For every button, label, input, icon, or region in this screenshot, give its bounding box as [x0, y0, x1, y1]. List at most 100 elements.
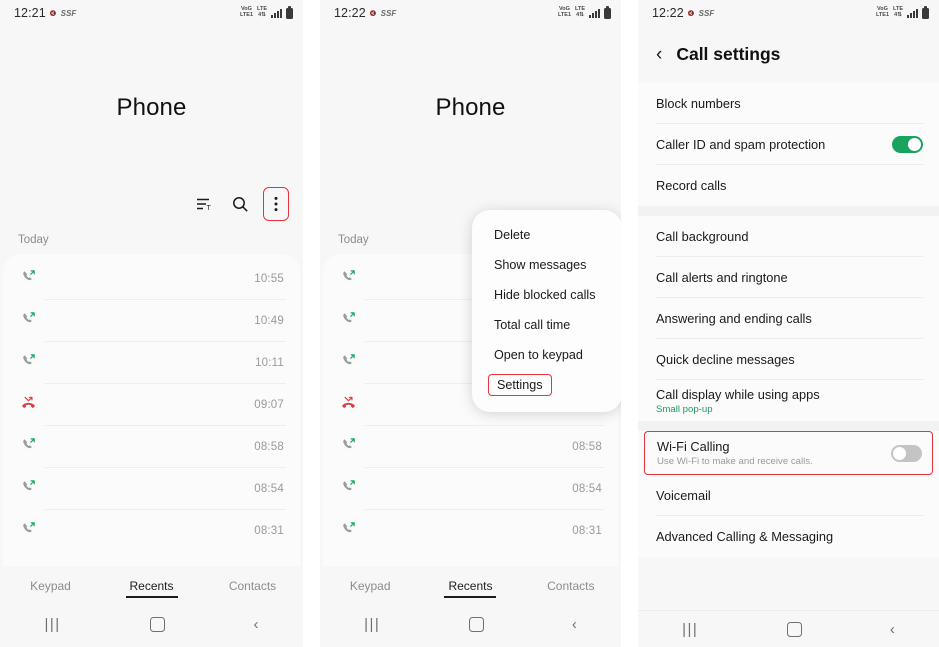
home-icon[interactable] — [149, 616, 165, 632]
back-chevron-icon[interactable]: ‹ — [656, 45, 662, 64]
toggle-knob — [893, 446, 906, 460]
outgoing-call-icon — [21, 479, 45, 499]
setting-call-display-while-using-apps[interactable]: Call display while using apps Small pop-… — [638, 380, 939, 421]
android-nav-bar: ||| ‹ — [638, 610, 939, 647]
status-bar: 12:22 🔇 SSF VoG LTE1 LTE 4⇅ — [320, 0, 621, 26]
outgoing-call-icon — [21, 521, 45, 541]
status-bar-left: 12:21 🔇 SSF — [14, 7, 76, 20]
setting-quick-decline-messages[interactable]: Quick decline messages — [638, 339, 939, 380]
menu-item-show-messages[interactable]: Show messages — [472, 250, 621, 280]
tab-label: Recents — [448, 579, 493, 593]
call-time: 09:07 — [254, 399, 284, 411]
volte-icon: VoG LTE1 — [875, 6, 890, 18]
menu-item-settings[interactable]: Settings — [488, 374, 552, 396]
setting-label: Call background — [656, 229, 749, 244]
table-row[interactable]: 08:54 — [323, 468, 618, 510]
setting-wifi-calling[interactable]: Wi-Fi Calling Use Wi-Fi to make and rece… — [644, 431, 933, 475]
back-icon[interactable]: ‹ — [572, 616, 577, 633]
menu-item-total-call-time[interactable]: Total call time — [472, 310, 621, 340]
status-time: 12:22 — [334, 5, 366, 20]
sort-filter-icon[interactable]: T — [191, 191, 217, 217]
bottom-tabs: Keypad Recents Contacts — [320, 566, 621, 606]
setting-label: Advanced Calling & Messaging — [656, 529, 834, 544]
table-row[interactable]: 08:54 — [3, 468, 300, 510]
setting-record-calls[interactable]: Record calls — [638, 165, 939, 206]
setting-voicemail[interactable]: Voicemail — [638, 475, 939, 516]
table-row[interactable]: 10:55 — [3, 258, 300, 300]
menu-item-open-to-keypad[interactable]: Open to keypad — [472, 340, 621, 370]
setting-caller-id-spam-protection[interactable]: Caller ID and spam protection — [638, 124, 939, 165]
battery-icon — [922, 5, 929, 19]
back-icon[interactable]: ‹ — [890, 621, 895, 638]
tab-keypad[interactable]: Keypad — [0, 579, 101, 593]
tab-recents[interactable]: Recents — [420, 579, 520, 598]
call-time: 08:54 — [572, 483, 602, 495]
setting-label: Caller ID and spam protection — [656, 137, 826, 152]
caller-id-toggle[interactable] — [892, 136, 923, 153]
setting-label: Call display while using apps — [656, 386, 820, 402]
panel-call-settings: 12:22 🔇 SSF VoG LTE1 LTE 4⇅ ‹ Call setting… — [638, 0, 939, 647]
menu-item-delete[interactable]: Delete — [472, 220, 621, 250]
recent-apps-icon[interactable]: ||| — [44, 616, 60, 633]
screenshot-stage: 12:21 🔇 SSF VoG LTE1 LTE 4⇅ Phone T Toda… — [0, 0, 939, 647]
ssf-label: SSF — [698, 9, 715, 19]
setting-call-alerts-ringtone[interactable]: Call alerts and ringtone — [638, 257, 939, 298]
table-row[interactable]: 08:31 — [3, 510, 300, 552]
outgoing-call-icon — [21, 437, 45, 457]
setting-label: Answering and ending calls — [656, 311, 812, 326]
setting-label: Call alerts and ringtone — [656, 270, 788, 285]
back-icon[interactable]: ‹ — [254, 616, 259, 633]
status-bar-right: VoG LTE1 LTE 4⇅ — [875, 5, 929, 19]
outgoing-call-icon — [341, 521, 365, 541]
table-row[interactable]: 10:49 — [3, 300, 300, 342]
status-time: 12:21 — [14, 5, 46, 20]
panel-phone-menu: 12:22 🔇 SSF VoGLTE1 LTE4⇅ Phone Today 10… — [320, 0, 621, 647]
status-bar-right: VoG LTE1 LTE 4⇅ — [240, 5, 293, 19]
table-row[interactable]: 10:11 — [3, 342, 300, 384]
call-time: 08:54 — [254, 483, 284, 495]
tab-label: Contacts — [547, 579, 595, 593]
outgoing-call-icon — [21, 311, 45, 331]
settings-group-2: Call background Call alerts and ringtone… — [638, 216, 939, 421]
lte-icon: LTE 4⇅ — [575, 6, 585, 18]
mic-mute-icon: 🔇 — [369, 11, 377, 18]
tab-contacts[interactable]: Contacts — [202, 579, 303, 593]
tab-keypad[interactable]: Keypad — [320, 579, 420, 593]
call-time: 08:58 — [254, 441, 284, 453]
setting-advanced-calling-messaging[interactable]: Advanced Calling & Messaging — [638, 516, 939, 557]
menu-item-hide-blocked-calls[interactable]: Hide blocked calls — [472, 280, 621, 310]
outgoing-call-icon — [21, 269, 45, 289]
missed-call-icon — [341, 395, 365, 415]
recent-apps-icon[interactable]: ||| — [364, 616, 380, 633]
svg-text:T: T — [207, 205, 212, 211]
settings-list: Block numbers Caller ID and spam protect… — [638, 83, 939, 557]
wifi-calling-toggle[interactable] — [891, 444, 922, 462]
table-row[interactable]: 08:58 — [323, 426, 618, 468]
setting-label: Wi-Fi Calling — [657, 439, 730, 454]
menu-item-settings-wrap: Settings — [472, 370, 621, 400]
tab-recents[interactable]: Recents — [101, 579, 202, 598]
tab-active-underline — [125, 596, 178, 598]
signal-bars-icon — [907, 8, 918, 18]
setting-answering-ending-calls[interactable]: Answering and ending calls — [638, 298, 939, 339]
search-icon[interactable] — [227, 191, 253, 217]
tab-label: Recents — [129, 579, 174, 593]
table-row[interactable]: 08:31 — [323, 510, 618, 552]
table-row[interactable]: 08:58 — [3, 426, 300, 468]
setting-sublabel: Use Wi-Fi to make and receive calls. — [657, 456, 813, 467]
setting-block-numbers[interactable]: Block numbers — [638, 83, 939, 124]
tab-contacts[interactable]: Contacts — [521, 579, 621, 593]
tab-active-underline — [444, 596, 497, 598]
outgoing-call-icon — [341, 479, 365, 499]
missed-call-icon — [21, 395, 45, 415]
home-icon[interactable] — [786, 621, 802, 637]
home-icon[interactable] — [468, 616, 484, 632]
setting-label: Block numbers — [656, 96, 741, 111]
status-bar-right: VoG LTE1 LTE 4⇅ — [558, 5, 611, 19]
recent-apps-icon[interactable]: ||| — [682, 621, 698, 638]
table-row[interactable]: 09:07 — [3, 384, 300, 426]
more-vertical-icon[interactable] — [263, 187, 289, 221]
signal-bars-icon — [271, 8, 282, 18]
setting-call-background[interactable]: Call background — [638, 216, 939, 257]
settings-group-divider — [638, 421, 939, 431]
